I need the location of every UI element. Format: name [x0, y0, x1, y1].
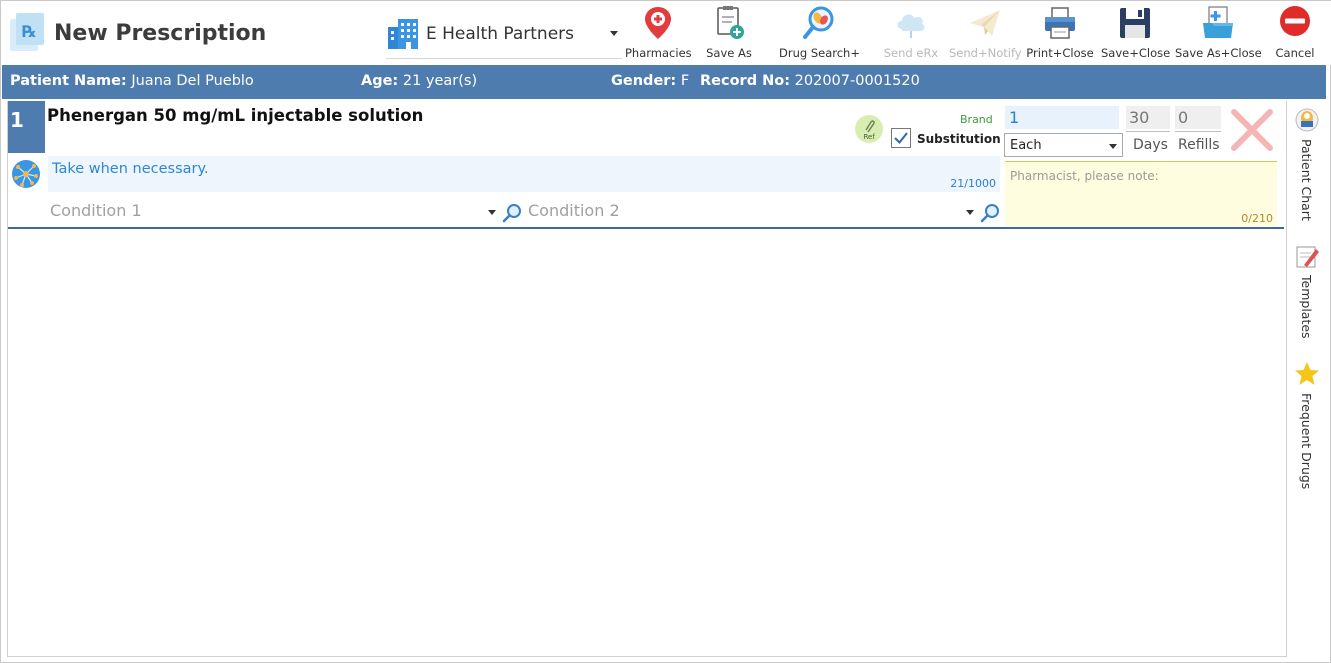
- templates-icon: [1296, 246, 1319, 268]
- patient-record-label: Record No:: [700, 73, 791, 89]
- svg-text:℞: ℞: [22, 22, 36, 41]
- send-notify-button[interactable]: Send+Notify: [949, 5, 1022, 63]
- save-as-label: Save As: [706, 46, 752, 60]
- drug-search-button[interactable]: Drug Search+: [779, 5, 860, 63]
- sig-text: Take when necessary.: [52, 161, 209, 177]
- clinic-name: E Health Partners: [426, 24, 575, 44]
- clinic-selector[interactable]: E Health Partners: [386, 15, 622, 59]
- patient-age: Age: 21 year(s): [361, 73, 477, 89]
- prescription-window: ℞ New Prescription E Health Partners Pha…: [0, 0, 1331, 663]
- chevron-down-icon: [966, 210, 974, 215]
- patient-gender-label: Gender:: [611, 73, 677, 89]
- sig-instructions-field[interactable]: Take when necessary. 21/1000: [48, 156, 1000, 192]
- cloud-send-icon: [897, 14, 925, 38]
- paper-plane-icon: [970, 10, 1000, 36]
- prescription-number: 1: [8, 101, 45, 153]
- templates-tab[interactable]: Templates: [1288, 243, 1326, 353]
- prescription-divider: [8, 227, 1284, 229]
- building-icon: [388, 19, 418, 49]
- patient-info-bar: Patient Name: Juana Del Pueblo Age: 21 y…: [2, 65, 1326, 99]
- patient-gender-value: F: [680, 73, 690, 89]
- patient-record-value: 202007-0001520: [794, 73, 920, 89]
- chevron-down-icon: [488, 210, 496, 215]
- cancel-label: Cancel: [1275, 46, 1315, 60]
- quantity-input[interactable]: 1: [1005, 106, 1119, 129]
- frequent-drugs-tab[interactable]: Frequent Drugs: [1288, 361, 1326, 501]
- side-rail: Patient Chart Templates Frequent Drugs: [1288, 101, 1326, 657]
- drug-search-icon: [803, 6, 834, 39]
- pharmacies-label: Pharmacies: [625, 46, 692, 60]
- save-as-close-button[interactable]: Save As+Close: [1175, 5, 1262, 63]
- patient-name-label: Patient Name:: [10, 73, 127, 89]
- send-notify-label: Send+Notify: [949, 46, 1022, 60]
- printer-icon: [1045, 7, 1075, 39]
- patient-chart-label: Patient Chart: [1299, 139, 1314, 221]
- days-input[interactable]: 30: [1126, 106, 1170, 129]
- ref-label: Ref: [864, 133, 876, 141]
- cancel-icon: [1280, 6, 1310, 36]
- chevron-down-icon: [1109, 144, 1117, 149]
- pharmacist-note-placeholder: Pharmacist, please note:: [1010, 169, 1159, 183]
- substitution-label: Substitution: [917, 132, 1001, 146]
- checkmark-icon: [894, 132, 908, 145]
- document-add-icon: [717, 6, 744, 39]
- reference-paperclip-icon[interactable]: Ref: [854, 114, 884, 144]
- templates-label: Templates: [1299, 275, 1314, 339]
- patient-name: Patient Name: Juana Del Pueblo: [10, 73, 254, 89]
- days-label: Days: [1126, 131, 1170, 157]
- save-as-close-icon: [1203, 6, 1233, 38]
- patient-record: Record No: 202007-0001520: [700, 73, 920, 89]
- patient-gender: Gender: F: [611, 73, 689, 89]
- globe-network-icon[interactable]: [10, 158, 42, 190]
- send-erx-button[interactable]: Send eRx: [881, 5, 941, 63]
- prescription-item: 1 Phenergan 50 mg/mL injectable solution…: [8, 101, 1286, 229]
- condition-2-select[interactable]: Condition 2: [528, 201, 974, 223]
- save-close-button[interactable]: Save+Close: [1101, 5, 1171, 63]
- frequent-drugs-label: Frequent Drugs: [1299, 393, 1314, 490]
- condition-1-select[interactable]: Condition 1: [50, 201, 496, 223]
- chevron-down-icon: [610, 31, 618, 36]
- condition-1-placeholder: Condition 1: [50, 201, 142, 220]
- save-as-close-label: Save As+Close: [1175, 46, 1262, 60]
- star-icon: [1295, 362, 1319, 385]
- print-close-button[interactable]: Print+Close: [1026, 5, 1094, 63]
- refills-label: Refills: [1175, 131, 1221, 157]
- print-close-label: Print+Close: [1026, 46, 1094, 60]
- sig-char-count: 21/1000: [950, 177, 996, 190]
- save-as-button[interactable]: Save As: [701, 5, 757, 63]
- send-erx-label: Send eRx: [883, 46, 939, 60]
- prescription-app-icon: ℞: [10, 13, 44, 51]
- cancel-button[interactable]: Cancel: [1273, 5, 1317, 63]
- save-close-label: Save+Close: [1101, 46, 1171, 60]
- brand-label: Brand: [960, 113, 993, 126]
- drug-search-label: Drug Search+: [779, 46, 860, 60]
- map-pin-icon: [645, 7, 671, 39]
- drug-name[interactable]: Phenergan 50 mg/mL injectable solution: [47, 106, 423, 125]
- pharmacist-note-char-count: 0/210: [1241, 212, 1273, 225]
- pharmacies-button[interactable]: Pharmacies: [625, 5, 692, 63]
- patient-chart-icon: [1295, 108, 1319, 132]
- patient-name-value: Juana Del Pueblo: [131, 73, 254, 89]
- search-icon[interactable]: [980, 203, 1000, 223]
- patient-age-value: 21 year(s): [402, 73, 478, 89]
- substitution-checkbox[interactable]: [891, 128, 911, 148]
- search-icon[interactable]: [502, 203, 522, 223]
- patient-age-label: Age:: [361, 73, 399, 89]
- remove-prescription-icon[interactable]: [1228, 106, 1276, 154]
- floppy-disk-icon: [1120, 8, 1150, 38]
- prescription-list: 1 Phenergan 50 mg/mL injectable solution…: [7, 101, 1287, 657]
- unit-select[interactable]: Each: [1004, 133, 1123, 157]
- title-bar: ℞ New Prescription E Health Partners Pha…: [1, 1, 1331, 65]
- patient-chart-tab[interactable]: Patient Chart: [1288, 107, 1326, 227]
- pharmacist-note-field[interactable]: Pharmacist, please note: 0/210: [1005, 161, 1277, 227]
- unit-value: Each: [1010, 138, 1042, 153]
- refills-input[interactable]: 0: [1175, 106, 1221, 129]
- condition-2-placeholder: Condition 2: [528, 201, 620, 220]
- window-title: New Prescription: [54, 21, 267, 46]
